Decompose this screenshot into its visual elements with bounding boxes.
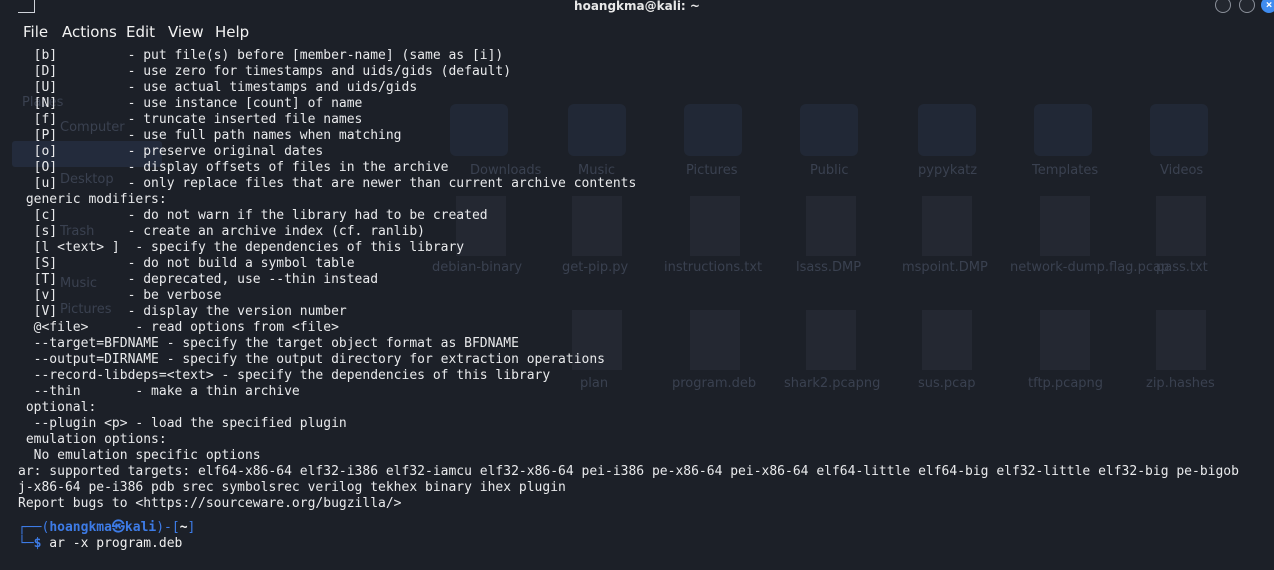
window-titlebar[interactable]: hoangkma@kali: ~ × bbox=[0, 0, 1274, 18]
output-line: Report bugs to <https://sourceware.org/b… bbox=[18, 496, 402, 511]
output-line: [P] - use full path names when matching bbox=[18, 128, 402, 143]
menu-actions[interactable]: Actions bbox=[62, 23, 117, 41]
menu-bar: File Actions Edit View Help bbox=[0, 18, 1274, 46]
prompt-directory: ~ bbox=[179, 520, 188, 535]
output-line: optional: bbox=[18, 400, 97, 415]
output-line: [s] - create an archive index (cf. ranli… bbox=[18, 224, 425, 239]
output-line: [N] - use instance [count] of name bbox=[18, 96, 363, 111]
prompt-frame-bottom: └─ bbox=[18, 536, 34, 551]
output-line: [U] - use actual timestamps and uids/gid… bbox=[18, 80, 418, 95]
menu-file[interactable]: File bbox=[23, 23, 48, 41]
output-line: [f] - truncate inserted file names bbox=[18, 112, 363, 127]
output-line: [u] - only replace files that are newer … bbox=[18, 176, 637, 191]
output-line: --plugin <p> - load the specified plugin bbox=[18, 416, 347, 431]
output-line: emulation options: bbox=[18, 432, 167, 447]
output-line: [v] - be verbose bbox=[18, 288, 222, 303]
output-line: [S] - do not build a symbol table bbox=[18, 256, 355, 271]
menu-help[interactable]: Help bbox=[215, 23, 249, 41]
menu-view[interactable]: View bbox=[168, 23, 204, 41]
output-line: generic modifiers: bbox=[18, 192, 167, 207]
output-line: [O] - display offsets of files in the ar… bbox=[18, 160, 449, 175]
menu-edit[interactable]: Edit bbox=[126, 23, 155, 41]
prompt-line-bottom[interactable]: └─$ ar -x program.deb bbox=[18, 536, 182, 552]
output-line: @<file> - read options from <file> bbox=[18, 320, 339, 335]
output-line: --target=BFDNAME - specify the target ob… bbox=[18, 336, 519, 351]
output-line: [D] - use zero for timestamps and uids/g… bbox=[18, 64, 512, 79]
prompt-frame: ┌──( bbox=[18, 520, 50, 535]
output-line: [T] - deprecated, use --thin instead bbox=[18, 272, 379, 287]
close-button[interactable]: × bbox=[1261, 0, 1274, 13]
command-text[interactable]: ar -x program.deb bbox=[41, 536, 182, 551]
output-line: No emulation specific options bbox=[18, 448, 261, 463]
output-line: --output=DIRNAME - specify the output di… bbox=[18, 352, 605, 367]
output-line: [V] - display the version number bbox=[18, 304, 347, 319]
output-line: [o] - preserve original dates bbox=[18, 144, 324, 159]
prompt-bracket: ] bbox=[187, 520, 196, 535]
output-line: j-x86-64 pe-i386 pdb srec symbolsrec ver… bbox=[18, 480, 566, 495]
prompt-line-top: ┌──(hoangkma㉿kali)-[~] bbox=[18, 520, 195, 536]
output-line: [l <text> ] - specify the dependencies o… bbox=[18, 240, 465, 255]
output-line: ar: supported targets: elf64-x86-64 elf3… bbox=[18, 464, 1239, 479]
output-line: --thin - make a thin archive bbox=[18, 384, 300, 399]
terminal-output[interactable]: [b] - put file(s) before [member-name] (… bbox=[18, 48, 1274, 570]
window-title: hoangkma@kali: ~ bbox=[574, 0, 700, 13]
prompt-separator: )-[ bbox=[156, 520, 180, 535]
output-line: [b] - put file(s) before [member-name] (… bbox=[18, 48, 504, 63]
output-line: [c] - do not warn if the library had to … bbox=[18, 208, 488, 223]
prompt-user: hoangkma㉿kali bbox=[49, 520, 157, 535]
output-line: --record-libdeps=<text> - specify the de… bbox=[18, 368, 551, 383]
